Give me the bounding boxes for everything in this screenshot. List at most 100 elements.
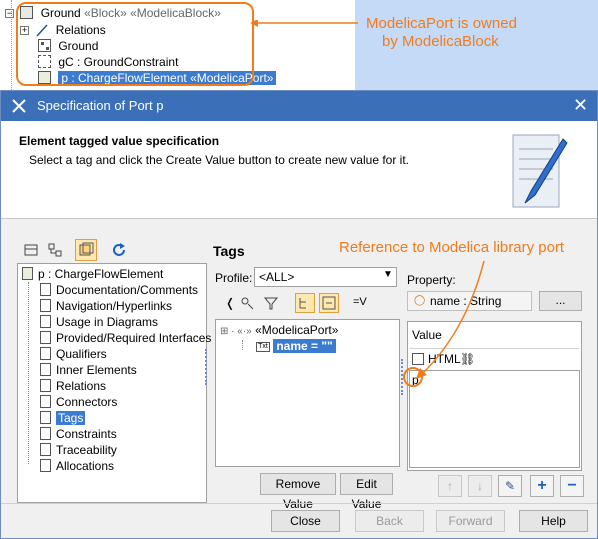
property-browse-button[interactable]: ... [539, 291, 582, 311]
plus-icon: + [537, 477, 547, 494]
nav-item-label: Qualifiers [56, 347, 107, 361]
nav-item-traceability[interactable]: Traceability [40, 442, 117, 458]
tree-view-icon[interactable] [45, 240, 65, 260]
nav-item-documentation[interactable]: Documentation/Comments [40, 282, 198, 298]
filter-icon[interactable] [263, 295, 281, 314]
profile-value: <ALL> [259, 270, 295, 284]
nav-item-label: Tags [56, 411, 86, 425]
tree-connector-icon: ⊞ · «·» [220, 326, 252, 337]
footer-divider [1, 503, 597, 504]
nav-item-qualifiers[interactable]: Qualifiers [40, 346, 107, 362]
arrow-down-icon: ↓ [477, 479, 483, 493]
pencil-icon: ✎ [504, 479, 516, 493]
nav-item-usage[interactable]: Usage in Diagrams [40, 314, 158, 330]
scroll-left-icon[interactable]: ❬ [225, 296, 235, 310]
close-icon[interactable]: ✕ [573, 96, 588, 114]
sort-icon[interactable] [239, 295, 257, 314]
tag-group-node[interactable]: ⊞ · «·» «ModelicaPort» [220, 323, 338, 337]
tag-name-label: name = "" [273, 339, 336, 353]
owned-annotation-line1: ModelicaPort is owned [366, 15, 517, 32]
nav-root[interactable]: p : ChargeFlowElement [22, 266, 163, 282]
nav-item-relations[interactable]: Relations [40, 378, 106, 394]
nav-item-interfaces[interactable]: Provided/Required Interfaces [40, 330, 211, 346]
port-icon [22, 267, 33, 281]
text-type-icon: Txt [256, 341, 270, 352]
nav-toolbar [17, 239, 147, 261]
chevron-down-icon: ▼ [383, 269, 393, 280]
collapse-all-icon[interactable] [319, 293, 339, 313]
nav-item-connectors[interactable]: Connectors [40, 394, 117, 410]
nav-item-label: Constraints [56, 427, 117, 441]
page-icon [40, 363, 51, 377]
page-icon [40, 395, 51, 409]
help-button[interactable]: Help [519, 510, 588, 532]
close-button[interactable]: Close [271, 510, 340, 532]
page-icon [40, 331, 51, 345]
section-title: Tags [213, 243, 245, 259]
collapse-toggle-icon[interactable]: − [5, 9, 14, 19]
nav-item-label: Inner Elements [56, 363, 137, 377]
nav-item-label: Documentation/Comments [56, 283, 199, 297]
nav-item-label: Allocations [56, 459, 115, 473]
page-icon [40, 443, 51, 457]
nav-tree-line [28, 282, 29, 464]
nav-item-label: Provided/Required Interfaces [56, 331, 212, 345]
specification-dialog: Specification of Port p ✕ Element tagged… [0, 90, 598, 539]
nav-item-tags[interactable]: Tags [40, 410, 86, 426]
back-button[interactable]: Back [355, 510, 424, 532]
nav-item-navigation[interactable]: Navigation/Hyperlinks [40, 298, 172, 314]
nav-item-allocations[interactable]: Allocations [40, 458, 114, 474]
forward-button[interactable]: Forward [436, 510, 505, 532]
category-view-icon[interactable] [75, 239, 97, 261]
move-down-button[interactable]: ↓ [468, 475, 492, 497]
nav-item-inner-elements[interactable]: Inner Elements [40, 362, 137, 378]
edit-value-button[interactable]: Edit Value [340, 473, 393, 511]
page-icon [40, 299, 51, 313]
reference-arrow [416, 260, 485, 379]
value-text-area[interactable]: p [409, 370, 580, 468]
expand-all-icon[interactable] [295, 293, 315, 313]
arrow-up-icon: ↑ [447, 479, 453, 493]
dialog-titlebar: Specification of Port p ✕ [1, 91, 597, 121]
page-icon [40, 379, 51, 393]
tag-tree-line [242, 340, 243, 350]
list-view-icon[interactable] [21, 240, 41, 260]
nav-root-label: p : ChargeFlowElement [38, 267, 164, 281]
move-up-button[interactable]: ↑ [438, 475, 462, 497]
minus-icon: − [567, 477, 577, 494]
remove-value-button[interactable]: Remove Value [260, 473, 336, 511]
profile-label: Profile: [215, 271, 253, 285]
tags-toolbar: ❬ =V [221, 293, 381, 315]
owned-callout-arrow [250, 20, 358, 27]
show-values-toggle[interactable]: =V [353, 296, 367, 308]
nav-item-label: Connectors [56, 395, 118, 409]
profile-select[interactable]: <ALL> ▼ [254, 267, 397, 287]
header-title: Element tagged value specification [19, 134, 220, 148]
remove-tag-button[interactable]: − [560, 475, 584, 497]
reference-highlight-circle [403, 367, 423, 387]
nav-item-label: Navigation/Hyperlinks [56, 299, 173, 313]
page-icon [40, 315, 51, 329]
edit-tag-button[interactable]: ✎ [498, 475, 522, 497]
page-icon [40, 347, 51, 361]
owned-annotation-line2: by ModelicaBlock [382, 33, 499, 50]
owned-callout-box [16, 2, 254, 86]
dialog-header: Element tagged value specification Selec… [1, 121, 597, 219]
page-icon [40, 411, 51, 425]
header-description: Select a tag and click the Create Value … [29, 153, 409, 167]
nav-item-label: Usage in Diagrams [56, 315, 159, 329]
page-icon [40, 427, 51, 441]
nav-item-label: Traceability [56, 443, 117, 457]
refresh-icon[interactable] [109, 240, 129, 260]
tag-tree-panel: ⊞ · «·» «ModelicaPort» Txt name = "" [215, 319, 400, 467]
dialog-title: Specification of Port p [37, 98, 164, 113]
edit-document-icon [501, 129, 571, 213]
page-icon [40, 283, 51, 297]
navigation-tree: p : ChargeFlowElement Documentation/Comm… [17, 263, 211, 503]
splitter-handle[interactable] [205, 349, 208, 385]
nav-item-label: Relations [56, 379, 107, 393]
tag-name-node[interactable]: Txt name = "" [256, 339, 336, 353]
add-value-button[interactable]: + [530, 475, 554, 497]
nav-item-constraints[interactable]: Constraints [40, 426, 117, 442]
tag-group-label: «ModelicaPort» [255, 323, 339, 337]
